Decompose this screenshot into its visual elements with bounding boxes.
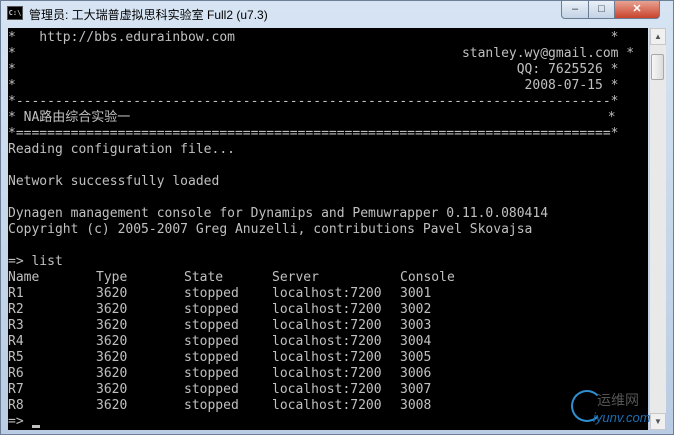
row-server: localhost:7200 — [272, 286, 382, 301]
message-line: Copyright (c) 2005-2007 Greg Anuzelli, c… — [8, 222, 533, 237]
title-bar[interactable]: C:\ 管理员: 工大瑞普虚拟思科实验室 Full2 (u7.3) – □ ✕ — [1, 1, 673, 27]
console-output[interactable]: * http://bbs.edurainbow.com * * stanley.… — [8, 28, 648, 430]
row-type: 3620 — [96, 286, 128, 301]
row-console: 3004 — [400, 334, 432, 349]
row-console: 3002 — [400, 302, 432, 317]
watermark-text: 运维网 — [597, 392, 639, 408]
row-state: stopped — [184, 318, 239, 333]
message-line: Dynagen management console for Dynamips … — [8, 206, 549, 221]
row-state: stopped — [184, 366, 239, 381]
row-name: R3 — [8, 318, 24, 333]
row-server: localhost:7200 — [272, 398, 382, 413]
row-type: 3620 — [96, 382, 128, 397]
scrollbar-thumb[interactable] — [651, 54, 664, 80]
row-state: stopped — [184, 302, 239, 317]
row-state: stopped — [184, 382, 239, 397]
row-name: R6 — [8, 366, 24, 381]
col-header-state: State — [184, 270, 224, 285]
header-url-line: * http://bbs.edurainbow.com * — [8, 30, 619, 45]
row-server: localhost:7200 — [272, 366, 382, 381]
row-server: localhost:7200 — [272, 318, 382, 333]
header-email-line: * stanley.wy@gmail.com * — [8, 46, 635, 61]
col-header-name: Name — [8, 270, 40, 285]
command-line: => list — [8, 254, 63, 269]
window-title: 管理员: 工大瑞普虚拟思科实验室 Full2 (u7.3) — [29, 8, 268, 22]
prompt: => — [8, 414, 24, 429]
row-state: stopped — [184, 334, 239, 349]
row-state: stopped — [184, 350, 239, 365]
row-type: 3620 — [96, 334, 128, 349]
close-button[interactable]: ✕ — [614, 1, 660, 19]
row-server: localhost:7200 — [272, 350, 382, 365]
row-type: 3620 — [96, 350, 128, 365]
row-name: R5 — [8, 350, 24, 365]
header-qq-line: * QQ: 7625526 * — [8, 62, 619, 77]
scroll-up-icon[interactable]: ▲ — [650, 28, 666, 45]
text-cursor — [32, 425, 40, 428]
row-console: 3003 — [400, 318, 432, 333]
message-line: Network successfully loaded — [8, 174, 220, 189]
col-header-server: Server — [272, 270, 319, 285]
maximize-button[interactable]: □ — [588, 1, 615, 19]
row-server: localhost:7200 — [272, 382, 382, 397]
row-state: stopped — [184, 398, 239, 413]
row-state: stopped — [184, 286, 239, 301]
col-header-console: Console — [400, 270, 455, 285]
watermark-domain: iyunv.com — [593, 410, 651, 425]
row-type: 3620 — [96, 302, 128, 317]
row-console: 3007 — [400, 382, 432, 397]
row-server: localhost:7200 — [272, 302, 382, 317]
row-name: R1 — [8, 286, 24, 301]
row-console: 3006 — [400, 366, 432, 381]
message-line: Reading configuration file... — [8, 142, 235, 157]
vertical-scrollbar[interactable]: ▲ ▼ — [649, 28, 666, 430]
row-name: R7 — [8, 382, 24, 397]
row-console: 3008 — [400, 398, 432, 413]
row-type: 3620 — [96, 398, 128, 413]
header-double-divider: *=======================================… — [8, 126, 619, 141]
minimize-button[interactable]: – — [561, 1, 589, 19]
row-name: R8 — [8, 398, 24, 413]
header-lab-title: * NA路由综合实验一 * — [8, 110, 616, 125]
cmd-icon[interactable]: C:\ — [7, 6, 23, 20]
col-header-type: Type — [96, 270, 128, 285]
row-type: 3620 — [96, 318, 128, 333]
row-server: localhost:7200 — [272, 334, 382, 349]
row-name: R2 — [8, 302, 24, 317]
row-name: R4 — [8, 334, 24, 349]
row-type: 3620 — [96, 366, 128, 381]
row-console: 3001 — [400, 286, 432, 301]
console-window: C:\ 管理员: 工大瑞普虚拟思科实验室 Full2 (u7.3) – □ ✕ … — [0, 0, 674, 435]
header-date-line: * 2008-07-15 * — [8, 78, 619, 93]
header-divider: *---------------------------------------… — [8, 94, 619, 109]
row-console: 3005 — [400, 350, 432, 365]
site-watermark: 运维网 iyunv.com — [567, 384, 671, 432]
